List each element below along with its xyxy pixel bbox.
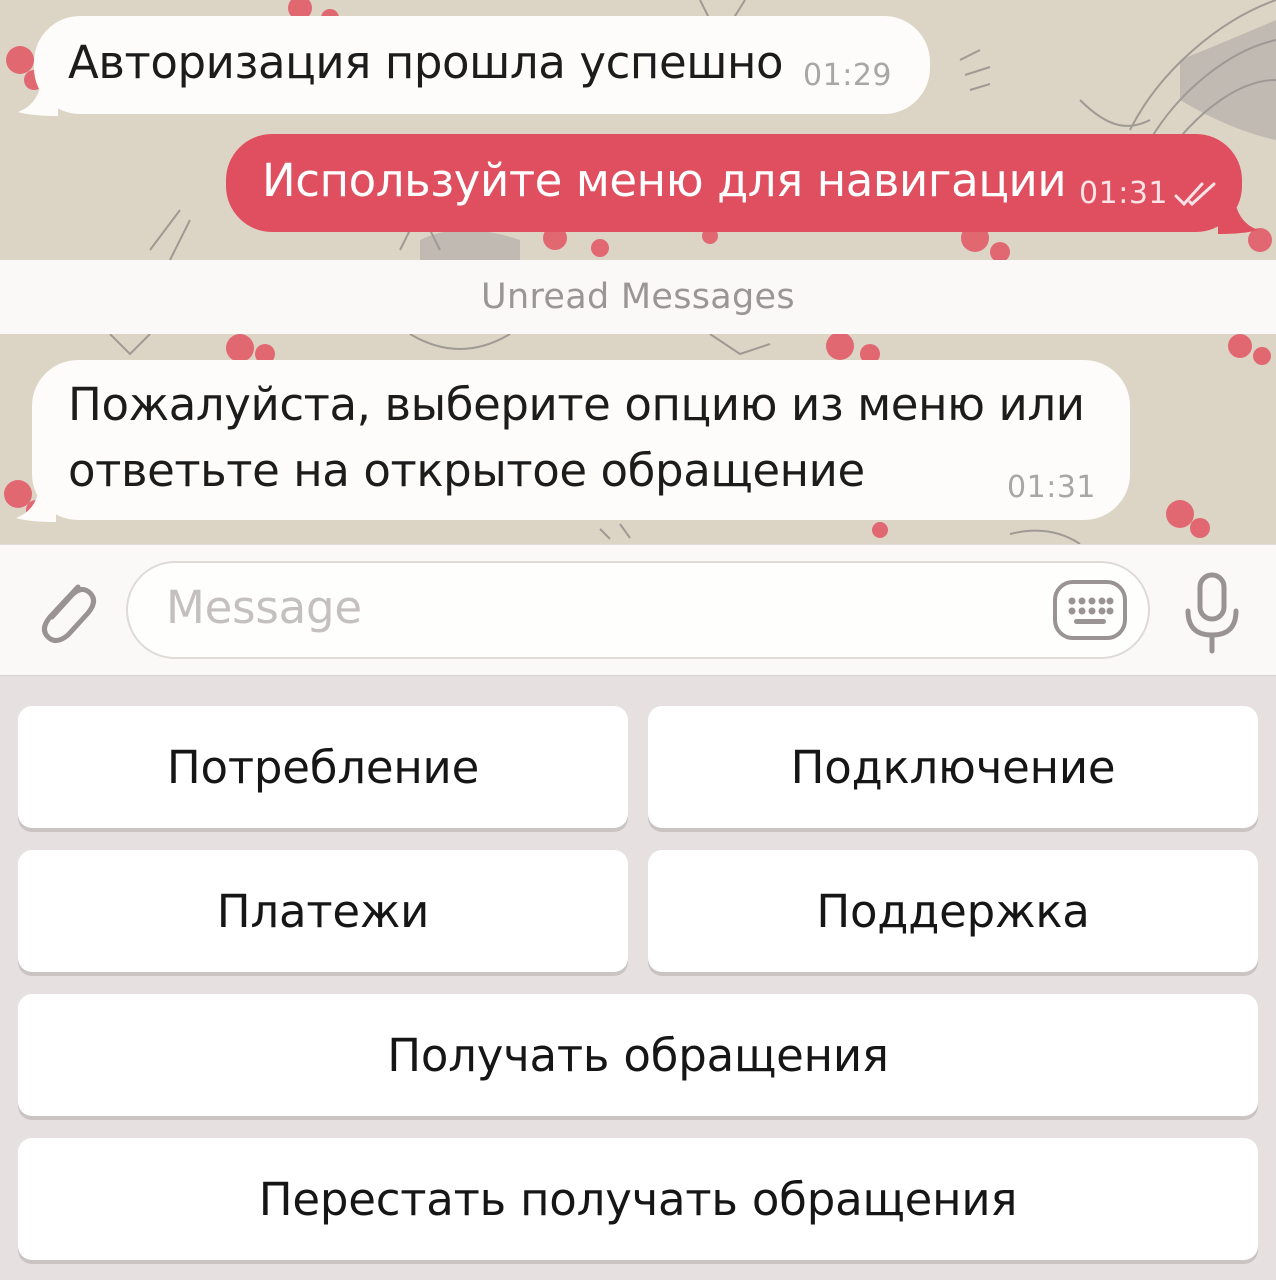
message-bubble-outgoing[interactable]: Используйте меню для навигации 01:31	[226, 134, 1258, 234]
message-text: Пожалуйста, выберите опцию из меню или о…	[68, 378, 1085, 497]
microphone-icon[interactable]	[1180, 571, 1244, 655]
message-bubble-incoming[interactable]: Пожалуйста, выберите опцию из меню или о…	[16, 360, 1130, 522]
keyboard-button-support[interactable]: Поддержка	[648, 850, 1258, 972]
message-time: 01:31	[1079, 176, 1168, 211]
message-time: 01:29	[803, 58, 892, 93]
bubble-tail	[16, 482, 56, 522]
keyboard-button-consumption[interactable]: Потребление	[18, 706, 628, 828]
bubble-tail	[1218, 194, 1258, 234]
message-composer: Message	[0, 544, 1276, 676]
bot-reply-keyboard: Потребление Подключение Платежи Поддержк…	[0, 676, 1276, 1280]
keyboard-button-stop-receiving-requests[interactable]: Перестать получать обращения	[18, 1138, 1258, 1260]
message-time: 01:31	[1007, 470, 1096, 505]
message-bubble-incoming[interactable]: Авторизация прошла успешно 01:29	[18, 16, 930, 116]
keyboard-button-receive-requests[interactable]: Получать обращения	[18, 994, 1258, 1116]
bubble-tail	[18, 76, 58, 116]
unread-messages-label: Unread Messages	[481, 277, 795, 317]
message-input[interactable]: Message	[126, 561, 1150, 659]
double-check-icon	[1174, 182, 1216, 207]
message-placeholder: Message	[166, 581, 362, 634]
keyboard-icon[interactable]	[1052, 579, 1128, 641]
keyboard-button-payments[interactable]: Платежи	[18, 850, 628, 972]
keyboard-button-connection[interactable]: Подключение	[648, 706, 1258, 828]
unread-messages-divider: Unread Messages	[0, 260, 1276, 334]
message-text: Авторизация прошла успешно	[68, 36, 784, 89]
message-text: Используйте меню для навигации	[262, 154, 1067, 207]
paperclip-icon[interactable]	[28, 569, 100, 653]
